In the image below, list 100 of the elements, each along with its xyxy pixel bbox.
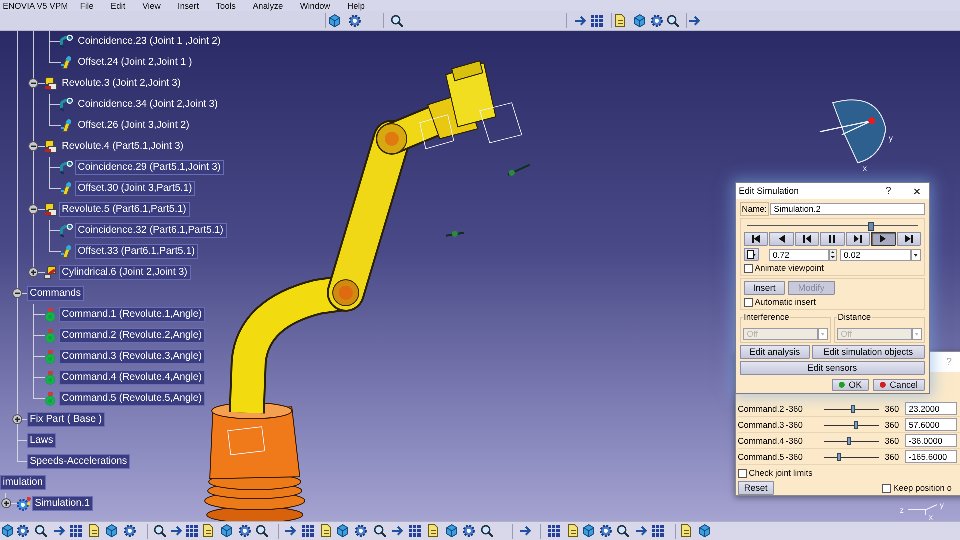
tree-item[interactable]: Revolute.3 (Joint 2,Joint 3) [59, 76, 184, 91]
menu-item[interactable]: Window [300, 0, 330, 10]
help-button[interactable]: ? [886, 186, 892, 196]
cube-icon[interactable] [219, 523, 235, 539]
slider-thumb[interactable] [846, 436, 851, 444]
magnifier-icon[interactable] [372, 523, 388, 539]
tree-item[interactable]: Fix Part ( Base ) [27, 412, 106, 427]
magnifier-icon[interactable] [33, 523, 49, 539]
slider-thumb[interactable] [854, 420, 858, 428]
cube-icon[interactable] [632, 12, 648, 28]
gear-icon[interactable] [598, 523, 614, 539]
previous-button[interactable] [794, 232, 820, 246]
name-field[interactable]: Simulation.2 [770, 203, 925, 215]
edit-analysis-button[interactable]: Edit analysis [740, 345, 810, 359]
tree-item[interactable]: Laws [27, 433, 56, 448]
tree-item[interactable]: Simulation.1 [32, 496, 94, 511]
gear-icon[interactable] [15, 523, 31, 539]
cube-icon[interactable] [697, 523, 713, 539]
tree-item[interactable]: Commands [27, 286, 84, 301]
grid-icon[interactable] [184, 523, 200, 539]
expand-toggle[interactable] [12, 414, 22, 425]
pause-button[interactable] [820, 232, 845, 246]
collapse-toggle[interactable] [12, 288, 22, 299]
tree-item[interactable]: Revolute.5 (Part6.1,Part5.1) [59, 202, 190, 217]
magnifier-icon[interactable] [152, 523, 168, 539]
tree-item[interactable]: Coincidence.34 (Joint 2,Joint 3) [75, 97, 222, 112]
expand-toggle[interactable] [28, 267, 38, 278]
reset-button[interactable]: Reset [738, 481, 774, 495]
tree-item[interactable]: Command.4 (Revolute.4,Angle) [59, 370, 206, 385]
grid-icon[interactable] [407, 523, 423, 539]
tree-item[interactable]: Offset.26 (Joint 3,Joint 2) [75, 118, 193, 133]
skip-to-start-button[interactable] [744, 232, 768, 246]
collapse-toggle[interactable] [28, 204, 38, 215]
menu-item[interactable]: Tools [216, 0, 236, 10]
tree-item[interactable]: Speeds-Accelerations [27, 454, 130, 469]
magnifier-icon[interactable] [254, 523, 270, 539]
next-button[interactable] [846, 232, 870, 246]
tree-item[interactable]: Command.1 (Revolute.1,Angle) [59, 307, 206, 322]
skip-to-end-button[interactable] [896, 232, 921, 246]
slider-thumb[interactable] [836, 452, 841, 460]
timeline-slider[interactable] [747, 222, 918, 229]
magnifier-icon[interactable] [479, 523, 495, 539]
edit-sensors-button[interactable]: Edit sensors [740, 361, 925, 375]
gear-icon[interactable] [122, 523, 138, 539]
close-button[interactable]: × [913, 184, 921, 198]
play-button[interactable] [871, 232, 896, 246]
gear-icon[interactable] [347, 12, 363, 28]
spinner-icon[interactable] [829, 248, 837, 260]
angle-slider[interactable] [824, 404, 879, 412]
tree-item[interactable]: Coincidence.23 (Joint 1 ,Joint 2) [75, 34, 224, 49]
angle-field[interactable]: 57.6000 [905, 418, 957, 431]
menu-item[interactable]: Help [347, 0, 365, 10]
tree-item[interactable]: Offset.24 (Joint 2,Joint 1 ) [75, 55, 196, 70]
grid-icon[interactable] [68, 523, 84, 539]
tree-item[interactable]: Coincidence.32 (Part6.1,Part5.1) [75, 223, 227, 238]
magnifier-icon[interactable] [665, 12, 681, 28]
cube-icon[interactable] [327, 12, 343, 28]
tree-item[interactable]: Cylindrical.6 (Joint 2,Joint 3) [59, 265, 191, 280]
cube-icon[interactable] [581, 523, 597, 539]
grid-icon[interactable] [589, 12, 605, 28]
grid-icon[interactable] [546, 523, 562, 539]
gear-icon[interactable] [237, 523, 253, 539]
cube-icon[interactable] [444, 523, 460, 539]
menu-item[interactable]: Insert [178, 0, 200, 10]
angle-field[interactable]: 23.2000 [905, 402, 957, 415]
gear-icon[interactable] [353, 523, 369, 539]
tree-item[interactable]: Command.2 (Revolute.2,Angle) [59, 328, 206, 343]
magnifier-icon[interactable] [615, 523, 631, 539]
checkbox[interactable] [882, 484, 892, 492]
menu-item[interactable]: Analyze [252, 0, 284, 10]
menu-item[interactable]: File [80, 0, 94, 10]
tree-item[interactable]: Coincidence.29 (Part5.1,Joint 3) [75, 160, 224, 175]
angle-slider[interactable] [824, 420, 879, 428]
collapse-toggle[interactable] [28, 141, 38, 152]
checkbox[interactable] [738, 468, 747, 478]
tree-item[interactable]: Command.3 (Revolute.3,Angle) [59, 349, 206, 364]
ok-button[interactable]: OK [832, 379, 869, 391]
grid-icon[interactable] [300, 523, 316, 539]
slider-thumb[interactable] [851, 404, 856, 412]
tree-item[interactable]: Offset.30 (Joint 3,Part5.1) [75, 181, 196, 196]
grid-icon[interactable] [650, 523, 666, 539]
edit-simulation-objects-button[interactable]: Edit simulation objects [812, 345, 925, 359]
cube-icon[interactable] [335, 523, 351, 539]
tree-item[interactable]: Revolute.4 (Part5.1,Joint 3) [59, 139, 187, 154]
cube-icon[interactable] [0, 523, 16, 539]
step-back-button[interactable] [769, 232, 794, 246]
angle-slider[interactable] [824, 452, 879, 460]
gear-icon[interactable] [461, 523, 477, 539]
angle-slider[interactable] [824, 436, 879, 444]
insert-button[interactable]: Insert [744, 281, 785, 295]
tree-item[interactable]: imulation [0, 475, 46, 490]
tree-item[interactable]: Command.5 (Revolute.5,Angle) [59, 391, 206, 406]
menu-item[interactable]: View [142, 0, 161, 10]
angle-field[interactable]: -36.0000 [905, 434, 957, 447]
step-mode-button[interactable] [744, 248, 759, 261]
magnifier-icon[interactable] [389, 12, 405, 28]
cancel-button[interactable]: Cancel [872, 379, 925, 391]
menu-item[interactable]: Edit [110, 0, 126, 10]
slider-thumb[interactable] [868, 222, 874, 231]
checkbox[interactable] [744, 298, 753, 306]
